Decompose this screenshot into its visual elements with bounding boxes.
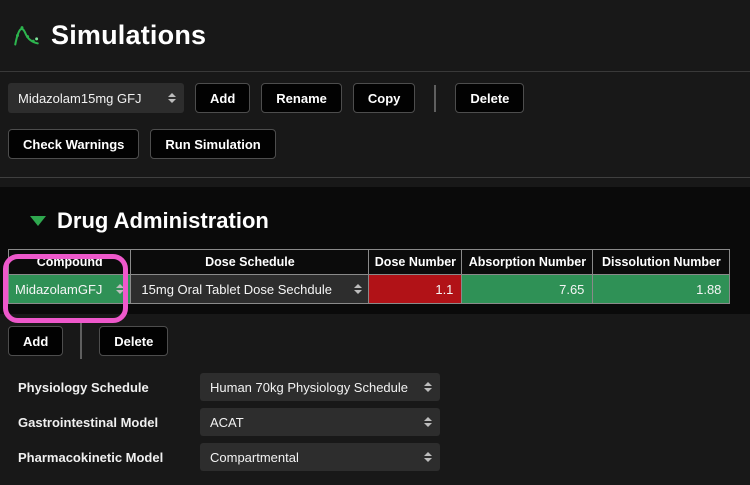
- column-header-compound: Compound: [9, 250, 131, 275]
- gastrointestinal-model-label: Gastrointestinal Model: [18, 415, 200, 430]
- column-header-absorption-number: Absorption Number: [462, 250, 593, 275]
- dissolution-number-cell: 1.88: [593, 275, 730, 304]
- dose-table: Compound Dose Schedule Dose Number Absor…: [8, 249, 730, 304]
- simulation-select-value: Midazolam15mg GFJ: [18, 91, 160, 106]
- simulation-toolbar: Midazolam15mg GFJ Add Rename Copy Delete: [0, 83, 750, 113]
- spinner-icon: [116, 284, 124, 294]
- spinner-icon: [354, 284, 362, 294]
- column-header-dose-schedule: Dose Schedule: [131, 250, 369, 275]
- app-header: Simulations: [0, 0, 750, 72]
- collapse-caret-icon[interactable]: [30, 216, 46, 226]
- compound-actions: Add Delete: [0, 323, 750, 359]
- run-toolbar: Check Warnings Run Simulation: [0, 129, 750, 159]
- model-settings: Physiology Schedule Human 70kg Physiolog…: [0, 373, 750, 471]
- dose-number-cell: 1.1: [369, 275, 462, 304]
- physiology-schedule-row: Physiology Schedule Human 70kg Physiolog…: [18, 373, 750, 401]
- gastrointestinal-model-select[interactable]: ACAT: [200, 408, 440, 436]
- dose-table-row: MidazolamGFJ 15mg Oral Tablet Dose Sechd…: [9, 275, 730, 304]
- pharmacokinetic-model-value: Compartmental: [210, 450, 416, 465]
- compound-cell: MidazolamGFJ: [9, 275, 131, 304]
- actions-separator: [80, 323, 82, 359]
- absorption-number-value: 7.65: [462, 275, 592, 303]
- spinner-icon: [168, 93, 176, 103]
- drug-administration-header: Drug Administration: [0, 208, 750, 234]
- pk-curve-icon: [13, 22, 40, 49]
- pharmacokinetic-model-row: Pharmacokinetic Model Compartmental: [18, 443, 750, 471]
- add-simulation-button[interactable]: Add: [195, 83, 250, 113]
- gastrointestinal-model-value: ACAT: [210, 415, 416, 430]
- section-title: Drug Administration: [57, 208, 269, 234]
- compound-select-value: MidazolamGFJ: [15, 282, 102, 297]
- dose-table-header-row: Compound Dose Schedule Dose Number Absor…: [9, 250, 730, 275]
- physiology-schedule-label: Physiology Schedule: [18, 380, 200, 395]
- dose-schedule-select[interactable]: 15mg Oral Tablet Dose Sechdule: [131, 275, 368, 303]
- drug-administration-panel: Drug Administration Compound Dose Schedu…: [0, 187, 750, 314]
- toolbar-separator: [434, 85, 436, 112]
- dose-schedule-select-value: 15mg Oral Tablet Dose Sechdule: [137, 282, 346, 297]
- column-header-dissolution-number: Dissolution Number: [593, 250, 730, 275]
- dose-number-value: 1.1: [369, 275, 461, 303]
- gastrointestinal-model-row: Gastrointestinal Model ACAT: [18, 408, 750, 436]
- pharmacokinetic-model-select[interactable]: Compartmental: [200, 443, 440, 471]
- rename-simulation-button[interactable]: Rename: [261, 83, 342, 113]
- delete-simulation-button[interactable]: Delete: [455, 83, 524, 113]
- spinner-icon: [424, 452, 432, 462]
- run-simulation-button[interactable]: Run Simulation: [150, 129, 275, 159]
- check-warnings-button[interactable]: Check Warnings: [8, 129, 139, 159]
- physiology-schedule-select[interactable]: Human 70kg Physiology Schedule: [200, 373, 440, 401]
- pharmacokinetic-model-label: Pharmacokinetic Model: [18, 450, 200, 465]
- delete-compound-button[interactable]: Delete: [99, 326, 168, 356]
- absorption-number-cell: 7.65: [462, 275, 593, 304]
- add-compound-button[interactable]: Add: [8, 326, 63, 356]
- spinner-icon: [424, 382, 432, 392]
- copy-simulation-button[interactable]: Copy: [353, 83, 416, 113]
- dose-schedule-cell: 15mg Oral Tablet Dose Sechdule: [131, 275, 369, 304]
- physiology-schedule-value: Human 70kg Physiology Schedule: [210, 380, 416, 395]
- page-title: Simulations: [51, 20, 206, 51]
- dissolution-number-value: 1.88: [593, 275, 729, 303]
- spinner-icon: [424, 417, 432, 427]
- column-header-dose-number: Dose Number: [369, 250, 462, 275]
- simulation-select[interactable]: Midazolam15mg GFJ: [8, 83, 184, 113]
- section-divider: [0, 177, 750, 178]
- compound-select[interactable]: MidazolamGFJ: [9, 275, 130, 303]
